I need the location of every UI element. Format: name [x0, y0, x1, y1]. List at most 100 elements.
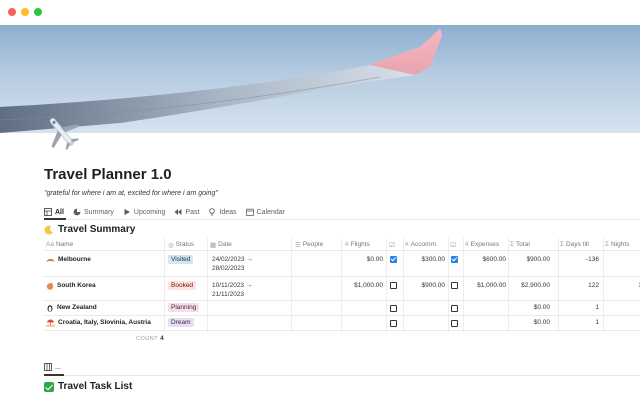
tab-label: Calendar	[256, 208, 285, 216]
list-property-icon: ☰	[295, 241, 301, 249]
column-header-status[interactable]: ◎ Status	[168, 238, 194, 251]
accomm-cell[interactable]: $900.00	[387, 277, 446, 300]
flights-cell[interactable]: $0.00	[341, 251, 383, 276]
column-header-expenses[interactable]: # Expenses	[465, 238, 499, 251]
minimize-window-button[interactable]	[21, 8, 29, 16]
date-cell[interactable]: 10/11/2023 → 21/11/2023	[212, 277, 252, 300]
flights-booked-checkbox[interactable]	[390, 320, 397, 327]
tab-label: Upcoming	[133, 208, 166, 216]
tab-summary[interactable]: Summary	[73, 208, 114, 216]
tab-label: Past	[185, 208, 200, 216]
status-badge: Visited	[168, 255, 194, 264]
checkbox-property-icon: ☑	[389, 241, 395, 249]
days-till-cell: 1	[595, 319, 599, 326]
total-cell: $0.00	[533, 304, 550, 311]
column-header-name[interactable]: Aa Name	[46, 238, 73, 251]
row-name[interactable]: New Zealand	[46, 301, 97, 315]
penguin-icon	[47, 305, 53, 312]
status-cell[interactable]: Dream	[168, 316, 194, 330]
accomm-booked-checkbox[interactable]	[451, 282, 458, 289]
accomm-cell[interactable]: $300.00	[387, 251, 446, 276]
text-property-icon: Aa	[46, 241, 54, 248]
active-tab-indicator	[44, 218, 66, 220]
tab-ideas[interactable]: Ideas	[208, 208, 237, 216]
accomm-booked-checkbox[interactable]	[451, 305, 458, 312]
column-header-flights[interactable]: # Flights	[345, 238, 370, 251]
accomm-booked-checkbox[interactable]	[451, 256, 458, 263]
tab-label: Ideas	[219, 208, 237, 216]
tab-label: Summary	[83, 208, 114, 216]
tab-upcoming[interactable]: Upcoming	[123, 208, 166, 216]
table-row[interactable]: South Korea Booked 10/11/2023 → 21/11/20…	[44, 277, 640, 301]
moon-icon	[44, 225, 53, 235]
column-header-people[interactable]: ☰ People	[295, 238, 323, 251]
number-property-icon: #	[465, 241, 469, 248]
row-count[interactable]: COUNT 4	[136, 335, 164, 342]
status-property-icon: ◎	[168, 241, 174, 249]
total-cell: $900.00	[526, 256, 551, 263]
check-mark-icon	[44, 381, 54, 392]
flights-booked-checkbox[interactable]	[390, 305, 397, 312]
tab-all[interactable]: All	[44, 208, 64, 216]
tab-label: All	[55, 208, 64, 216]
pin-icon	[209, 208, 216, 216]
play-icon	[124, 209, 130, 215]
row-name[interactable]: South Korea	[46, 277, 96, 300]
table-header: Aa Name ◎ Status ▦ Date ☰ People # Flights ☑ …	[44, 238, 640, 251]
task-list-title-text: Travel Task List	[58, 381, 133, 392]
maximize-window-button[interactable]	[34, 8, 42, 16]
active-tab-indicator	[44, 374, 64, 376]
board-icon	[44, 363, 52, 371]
accomm-booked-checkbox[interactable]	[451, 320, 458, 327]
days-till-cell: -136	[585, 256, 599, 263]
croissant-icon	[46, 259, 55, 262]
second-view-label: ...	[55, 363, 61, 371]
cover-image[interactable]	[0, 25, 640, 133]
column-header-total[interactable]: Σ Total	[510, 238, 530, 251]
status-cell[interactable]: Visited	[168, 251, 194, 276]
page-title[interactable]: Travel Planner 1.0	[44, 166, 172, 183]
column-header-nights[interactable]: Σ Nights	[605, 238, 629, 251]
column-header-days-till[interactable]: Σ Days till	[560, 238, 589, 251]
row-name[interactable]: Croatia, Italy, Slovinia, Austria	[46, 316, 151, 330]
table-row[interactable]: Croatia, Italy, Slovinia, Austria Dream …	[44, 316, 640, 331]
table-icon	[44, 208, 52, 216]
tab-calendar[interactable]: Calendar	[245, 208, 285, 216]
formula-property-icon: Σ	[605, 241, 610, 248]
tabs-divider	[44, 219, 640, 220]
status-cell[interactable]: Booked	[168, 277, 197, 300]
column-header-flights-check[interactable]: ☑	[389, 238, 395, 251]
table-row[interactable]: Melbourne Visited 24/02/2023 → 28/02/202…	[44, 251, 640, 277]
column-header-date[interactable]: ▦ Date	[210, 238, 232, 251]
number-property-icon: #	[405, 241, 409, 248]
status-badge: Dream	[168, 318, 194, 327]
view-tabs: All Summary Upcoming Past Ideas Calendar	[44, 205, 285, 219]
days-till-cell: 122	[588, 282, 599, 289]
checkbox-property-icon: ☑	[450, 241, 456, 249]
date-property-icon: ▦	[210, 241, 217, 249]
peach-icon	[46, 282, 54, 290]
pie-icon	[73, 208, 81, 216]
date-cell[interactable]: 24/02/2023 → 28/02/2023	[212, 251, 253, 276]
page-quote: "grateful for where i am at, excited for…	[44, 190, 218, 197]
status-cell[interactable]: Planning	[168, 301, 200, 315]
calendar-icon	[245, 208, 254, 216]
close-window-button[interactable]	[8, 8, 16, 16]
row-name[interactable]: Melbourne	[46, 251, 91, 276]
table-row[interactable]: New Zealand Planning $0.00 1	[44, 301, 640, 316]
formula-property-icon: Σ	[510, 241, 515, 248]
airplane-icon[interactable]	[42, 112, 82, 152]
nights-cell: 11	[604, 277, 640, 300]
tab-past[interactable]: Past	[174, 208, 199, 216]
window-titlebar	[0, 0, 640, 25]
expenses-cell[interactable]: $600.00	[464, 251, 507, 276]
expenses-cell[interactable]: $1,000.00	[464, 277, 506, 300]
task-list-title[interactable]: Travel Task List	[44, 381, 132, 392]
column-header-accomm-check[interactable]: ☑	[450, 238, 456, 251]
database-title[interactable]: Travel Summary	[44, 224, 135, 235]
status-badge: Booked	[168, 281, 197, 290]
total-cell: $0.00	[533, 319, 550, 326]
second-view-tab[interactable]: ...	[44, 363, 61, 371]
column-header-accomm[interactable]: # Accomm.	[405, 238, 438, 251]
flights-cell[interactable]: $1,000.00	[341, 277, 383, 300]
